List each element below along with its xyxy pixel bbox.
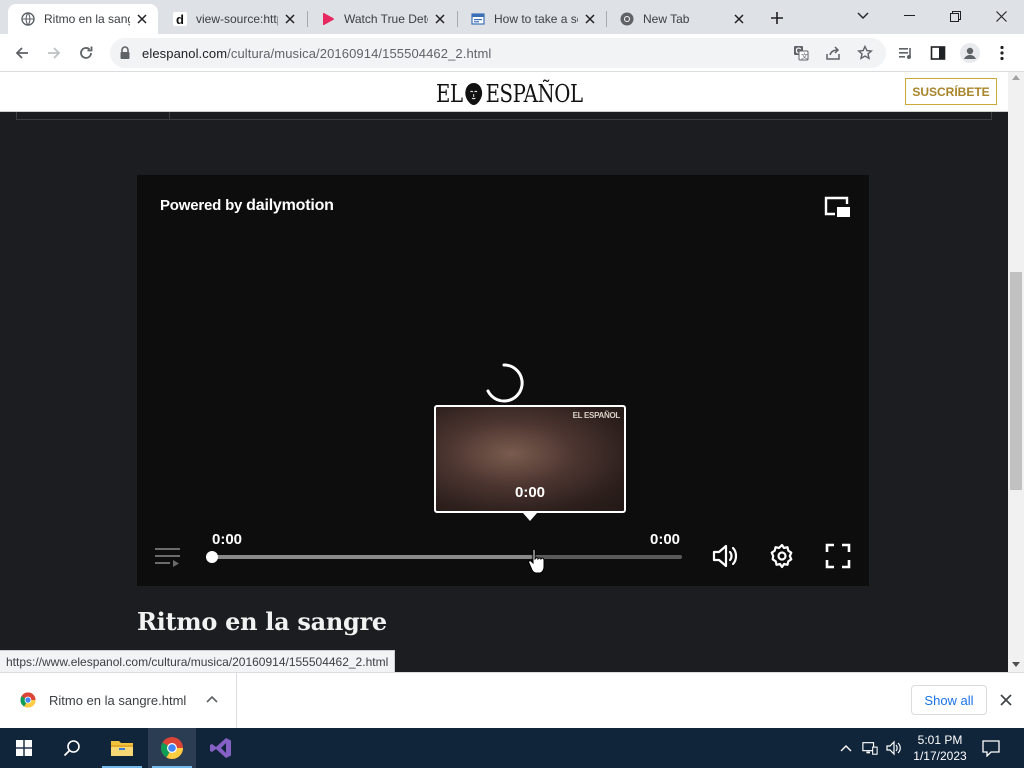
- translate-icon[interactable]: G文: [792, 44, 810, 62]
- seek-handle[interactable]: [206, 551, 218, 563]
- settings-gear-icon[interactable]: [767, 541, 797, 571]
- chrome-favicon-icon: [619, 11, 635, 27]
- scroll-thumb[interactable]: [1010, 272, 1022, 490]
- visual-studio-icon[interactable]: [197, 728, 245, 768]
- dailymotion-favicon-icon: d: [172, 11, 188, 27]
- svg-text:d: d: [176, 12, 184, 26]
- close-tab-icon[interactable]: [582, 11, 598, 27]
- browser-menu-icon[interactable]: [988, 39, 1016, 67]
- scroll-up-arrow-icon[interactable]: [1012, 75, 1020, 80]
- download-shelf: Ritmo en la sangre.html Show all: [0, 672, 1024, 729]
- chrome-file-icon: [20, 692, 36, 708]
- chevron-up-icon[interactable]: [205, 693, 219, 707]
- notification-center-icon[interactable]: [982, 739, 1000, 758]
- site-header: EL ESPAÑOL SUSCRÍBETE: [0, 72, 1008, 112]
- bookmark-star-icon[interactable]: [856, 44, 874, 62]
- tab-how-to-take-screenshot[interactable]: How to take a screenshot: [458, 4, 606, 34]
- reload-button[interactable]: [72, 39, 100, 67]
- el-espanol-logo[interactable]: EL ESPAÑOL: [436, 80, 583, 108]
- close-tab-icon[interactable]: [731, 11, 747, 27]
- lock-icon[interactable]: [119, 46, 131, 65]
- url-path: /cultura/musica/20160914/155504462_2.htm…: [227, 46, 492, 61]
- system-clock[interactable]: 5:01 PM 1/17/2023: [908, 732, 972, 764]
- picture-in-picture-icon[interactable]: [823, 195, 851, 219]
- browser-toolbar: elespanol.com/cultura/musica/20160914/15…: [0, 34, 1024, 72]
- start-button[interactable]: [0, 728, 48, 768]
- article-title[interactable]: Ritmo en la sangre: [137, 607, 387, 636]
- tab-watch-true-detective[interactable]: Watch True Detective: [308, 4, 456, 34]
- tab-view-source[interactable]: d view-source:https://: [160, 4, 306, 34]
- network-icon[interactable]: [862, 740, 878, 756]
- volume-icon[interactable]: [711, 541, 741, 571]
- dailymotion-video-player[interactable]: Powered by dailymotion EL ESPAÑOL 0:00 0…: [137, 175, 869, 586]
- web-page-viewport: EL ESPAÑOL SUSCRÍBETE Powered by dailymo…: [0, 72, 1008, 672]
- media-controls-icon[interactable]: [892, 39, 920, 67]
- seek-bar[interactable]: [212, 555, 682, 559]
- chrome-taskbar-icon[interactable]: [148, 728, 196, 768]
- close-tab-icon[interactable]: [134, 11, 150, 27]
- tab-label: Ritmo en la sangre: [44, 12, 130, 26]
- close-tab-icon[interactable]: [432, 11, 448, 27]
- back-button[interactable]: [8, 39, 36, 67]
- url-host: elespanol.com: [142, 46, 228, 61]
- lion-logo-icon: [463, 82, 484, 106]
- download-item[interactable]: Ritmo en la sangre.html: [0, 673, 237, 729]
- tab-label: view-source:https://: [196, 12, 278, 26]
- subscribe-button[interactable]: SUSCRÍBETE: [905, 78, 997, 105]
- close-tab-icon[interactable]: [282, 11, 298, 27]
- minimize-button[interactable]: [886, 0, 932, 32]
- share-icon[interactable]: [824, 44, 842, 62]
- tab-label: New Tab: [643, 12, 690, 26]
- windows-taskbar: 5:01 PM 1/17/2023: [0, 728, 1024, 768]
- page-favicon-icon: [470, 11, 486, 27]
- clock-time: 5:01 PM: [917, 733, 963, 747]
- restore-button[interactable]: [932, 0, 978, 32]
- dailymotion-brand: dailymotion: [246, 197, 334, 214]
- hand-cursor-icon: [527, 548, 545, 574]
- forward-button[interactable]: [40, 39, 68, 67]
- tab-search-button[interactable]: [840, 0, 886, 32]
- globe-icon: [20, 11, 36, 27]
- powered-by-dailymotion[interactable]: Powered by dailymotion: [160, 197, 334, 215]
- file-explorer-icon[interactable]: [98, 728, 146, 768]
- profile-avatar-icon[interactable]: [956, 39, 984, 67]
- playlist-icon[interactable]: [155, 546, 181, 568]
- preview-pointer: [523, 513, 537, 521]
- svg-text:文: 文: [801, 52, 808, 61]
- preview-watermark: EL ESPAÑOL: [572, 411, 621, 420]
- download-file-name: Ritmo en la sangre.html: [49, 693, 187, 708]
- side-panel-icon[interactable]: [924, 39, 952, 67]
- scroll-down-arrow-icon[interactable]: [1012, 662, 1020, 667]
- page-scrollbar[interactable]: [1008, 72, 1024, 672]
- logo-text-right: ESPAÑOL: [485, 80, 583, 108]
- address-bar[interactable]: elespanol.com/cultura/musica/20160914/15…: [110, 38, 886, 68]
- tab-new-tab[interactable]: New Tab: [607, 4, 755, 34]
- tab-label: Watch True Detective: [344, 12, 428, 26]
- search-icon[interactable]: [48, 728, 96, 768]
- current-time: 0:00: [212, 531, 243, 548]
- show-all-downloads-button[interactable]: Show all: [911, 685, 987, 715]
- preview-time: 0:00: [514, 484, 546, 501]
- url-text[interactable]: elespanol.com/cultura/musica/20160914/15…: [142, 46, 491, 61]
- play-favicon-icon: [320, 11, 336, 27]
- duration-time: 0:00: [650, 531, 681, 548]
- volume-tray-icon[interactable]: [886, 740, 902, 756]
- seek-preview-thumbnail: EL ESPAÑOL 0:00: [434, 405, 626, 513]
- tab-label: How to take a screenshot: [494, 12, 578, 26]
- close-download-shelf-icon[interactable]: [998, 692, 1014, 708]
- clock-date: 1/17/2023: [913, 749, 967, 763]
- fullscreen-icon[interactable]: [823, 541, 853, 571]
- logo-text-left: EL: [436, 80, 463, 108]
- new-tab-button[interactable]: [766, 7, 788, 29]
- nav-divider: [169, 112, 170, 120]
- browser-tab-strip: Ritmo en la sangre d view-source:https:/…: [0, 0, 1024, 34]
- section-nav-strip: [16, 112, 992, 120]
- tab-ritmo-en-la-sangre[interactable]: Ritmo en la sangre: [8, 4, 158, 34]
- status-bar-url: https://www.elespanol.com/cultura/musica…: [0, 650, 396, 672]
- close-window-button[interactable]: [978, 0, 1024, 32]
- powered-prefix: Powered by: [160, 197, 243, 214]
- show-hidden-icons-icon[interactable]: [838, 740, 854, 756]
- loading-spinner-icon: [483, 362, 525, 404]
- seek-hover-range: [212, 555, 532, 559]
